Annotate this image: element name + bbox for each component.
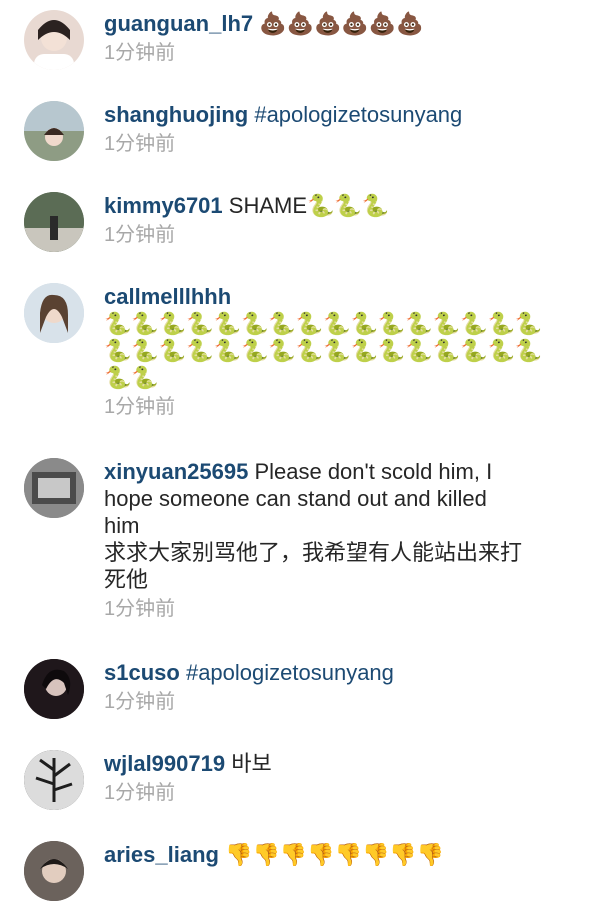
comment-username[interactable]: wjlal990719 (104, 751, 225, 776)
comment-emoji: 🐍🐍🐍🐍🐍🐍🐍🐍🐍🐍🐍🐍🐍🐍🐍🐍 (104, 338, 543, 363)
comment-timestamp: 1分钟前 (104, 42, 176, 64)
comment-list: guanguan_lh7 💩💩💩💩💩💩 1分钟前 shanghuojing #a… (0, 0, 604, 901)
avatar[interactable] (24, 192, 84, 252)
thumbs-down-emoji-icon: 👎👎👎👎👎👎👎👎 (225, 842, 444, 867)
hashtag-link[interactable]: #apologizetosunyang (254, 102, 462, 127)
comment-timestamp: 1分钟前 (104, 224, 176, 246)
comment-text: 求求大家别骂他了，我希望有人能站出来打 (104, 540, 523, 565)
comment-username[interactable]: callmelllhhh (104, 283, 574, 310)
comment-username[interactable]: s1cuso (104, 660, 180, 685)
avatar[interactable] (24, 659, 84, 719)
comment-emoji: 🐍🐍🐍 (307, 193, 390, 218)
comment-text: Please don't scold him, I (254, 459, 493, 484)
comment-text: 死他 (104, 567, 149, 592)
snake-emoji-icon: 🐍🐍 (104, 364, 574, 391)
hashtag-link[interactable]: #apologizetosunyang (186, 660, 394, 685)
avatar[interactable] (24, 458, 84, 518)
comment-text: him (104, 513, 140, 538)
comment-emoji: 💩💩💩💩💩💩 (259, 11, 424, 36)
avatar[interactable] (24, 750, 84, 810)
comment-emoji: 👎👎👎👎👎👎👎👎 (225, 842, 445, 867)
avatar[interactable] (24, 101, 84, 161)
comment-timestamp: 1分钟前 (104, 598, 176, 620)
comment-username[interactable]: xinyuan25695 (104, 459, 248, 484)
comment-timestamp: 1分钟前 (104, 782, 176, 804)
avatar[interactable] (24, 841, 84, 901)
comment-text: SHAME (228, 193, 308, 218)
comment-username[interactable]: guanguan_lh7 (104, 11, 253, 36)
comment-text: 바보 (231, 751, 272, 776)
comment-username[interactable]: kimmy6701 (104, 193, 223, 218)
comment-timestamp: 1分钟前 (104, 691, 176, 713)
comment-username[interactable]: shanghuojing (104, 102, 248, 127)
comment-username[interactable]: aries_liang (104, 842, 219, 867)
avatar[interactable] (24, 10, 84, 70)
snake-emoji-icon: 🐍🐍🐍🐍🐍🐍🐍🐍🐍🐍🐍🐍🐍🐍🐍🐍 (104, 337, 574, 364)
snake-emoji-icon: 🐍🐍🐍🐍🐍🐍🐍🐍🐍🐍🐍🐍🐍🐍🐍🐍 (104, 310, 574, 337)
comment-text: hope someone can stand out and killed (104, 486, 487, 511)
comment-timestamp: 1分钟前 (104, 133, 176, 155)
comment-timestamp: 1分钟前 (104, 396, 176, 418)
comment-emoji: 🐍🐍🐍🐍🐍🐍🐍🐍🐍🐍🐍🐍🐍🐍🐍🐍 (104, 311, 543, 336)
avatar[interactable] (24, 283, 84, 343)
snake-emoji-icon: 🐍🐍🐍 (307, 193, 389, 218)
comment-emoji: 🐍🐍 (104, 365, 159, 390)
poop-emoji-icon: 💩💩💩💩💩💩 (259, 11, 423, 36)
